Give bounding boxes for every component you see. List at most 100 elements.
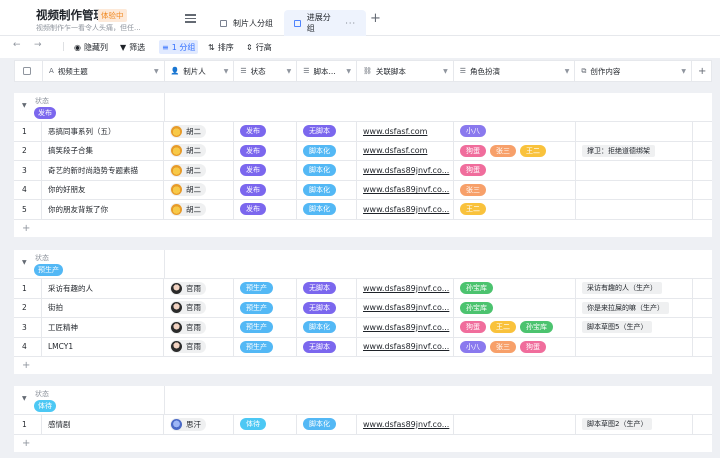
filter-button[interactable]: ▼ 筛选 (120, 40, 145, 54)
content-record[interactable]: 脚本草图2（生产） (582, 418, 653, 431)
table-row[interactable]: 2 街拍 官雨 预生产 无脚本 www.dsfas89jnvf.co... 孙宝库 你是来拉屎… (14, 298, 712, 318)
table-cell[interactable]: 思汗 (164, 415, 234, 434)
redo-icon[interactable]: → (34, 40, 42, 50)
table-cell[interactable]: 狗蛋 张三 王二 (454, 141, 576, 160)
table-cell[interactable]: www.dsfas89jnvf.co... (357, 279, 454, 298)
table-cell[interactable]: 胡二 (164, 141, 234, 160)
table-cell[interactable]: 小八 张三 狗蛋 (454, 337, 576, 356)
table-row[interactable]: 4 你的好朋友 胡二 发布 脚本化 www.dsfas89jnvf.co... 张三 (14, 180, 712, 200)
table-cell[interactable]: 无脚本 (297, 279, 357, 298)
table-cell[interactable]: 采访有趣的人（生产） (576, 279, 693, 298)
producer-chip[interactable]: 思汗 (170, 417, 206, 431)
producer-chip[interactable]: 官雨 (170, 301, 206, 315)
table-cell[interactable]: 发布 (234, 161, 297, 180)
linked-script-link[interactable]: www.dsfasf.com (363, 146, 427, 155)
table-cell[interactable]: 胡二 (164, 161, 234, 180)
table-cell[interactable]: www.dsfas89jnvf.co... (357, 337, 454, 356)
add-record-button[interactable]: + (14, 357, 712, 374)
table-row[interactable]: 1 感情剧 思汗 体待 脚本化 www.dsfas89jnvf.co... 脚本草图2（生产… (14, 415, 712, 435)
table-cell[interactable]: 2 (14, 141, 42, 160)
table-cell[interactable]: 奇艺的新时尚趋势专题素描 (42, 161, 164, 180)
table-cell[interactable]: 3 (14, 318, 42, 337)
table-row[interactable]: 1 恶搞同事系列（五） 胡二 发布 无脚本 www.dsfasf.com 小八 (14, 122, 712, 142)
undo-icon[interactable]: ← (13, 40, 21, 50)
column-content[interactable]: ⧉ 创作内容 ▼ (575, 61, 693, 81)
group-header[interactable]: ▼ 状态 体待 (14, 386, 712, 415)
table-cell[interactable]: 脚本化 (297, 415, 357, 434)
table-cell[interactable]: 脚本化 (297, 200, 357, 219)
table-cell[interactable]: 预生产 (234, 337, 297, 356)
producer-chip[interactable]: 官雨 (170, 340, 206, 354)
linked-script-link[interactable]: www.dsfas89jnvf.co... (363, 323, 449, 332)
column-roles[interactable]: ☰ 角色扮演 ▼ (454, 61, 576, 81)
menu-icon[interactable] (185, 14, 196, 23)
table-cell[interactable] (693, 122, 712, 141)
table-cell[interactable]: 发布 (234, 122, 297, 141)
table-cell[interactable]: www.dsfasf.com (357, 141, 454, 160)
add-column-button[interactable]: + (692, 61, 711, 81)
add-record-button[interactable]: + (14, 435, 712, 452)
producer-chip[interactable]: 胡二 (170, 124, 206, 138)
linked-script-link[interactable]: www.dsfas89jnvf.co... (363, 185, 449, 194)
table-cell[interactable]: 搞笑段子合集 (42, 141, 164, 160)
column-producer[interactable]: 👤 制片人 ▼ (165, 61, 235, 81)
producer-chip[interactable]: 胡二 (170, 202, 206, 216)
tab-progress-group[interactable]: 进展分组 ··· (284, 10, 366, 36)
group-button[interactable]: ≡ 1 分组 (159, 40, 199, 54)
table-cell[interactable]: 孙宝库 (454, 298, 576, 317)
table-cell[interactable]: 你的朋友背叛了你 (42, 200, 164, 219)
linked-script-link[interactable]: www.dsfas89jnvf.co... (363, 284, 449, 293)
table-cell[interactable]: 工匠精神 (42, 318, 164, 337)
table-cell[interactable]: 街拍 (42, 298, 164, 317)
table-cell[interactable]: 胡二 (164, 200, 234, 219)
table-cell[interactable]: 脚本化 (297, 318, 357, 337)
table-cell[interactable]: 脚本化 (297, 180, 357, 199)
table-cell[interactable]: www.dsfasf.com (357, 122, 454, 141)
table-cell[interactable]: 2 (14, 298, 42, 317)
table-row[interactable]: 1 采访有趣的人 官雨 预生产 无脚本 www.dsfas89jnvf.co... 孙宝库 采… (14, 279, 712, 299)
table-cell[interactable]: 王二 (454, 200, 576, 219)
producer-chip[interactable]: 胡二 (170, 163, 206, 177)
table-cell[interactable]: www.dsfas89jnvf.co... (357, 415, 454, 434)
table-cell[interactable]: 无脚本 (297, 122, 357, 141)
row-height-button[interactable]: ⇕ 行高 (246, 40, 272, 54)
group-header[interactable]: ▼ 状态 发布 (14, 93, 712, 122)
table-cell[interactable] (576, 122, 693, 141)
table-cell[interactable]: 感情剧 (42, 415, 164, 434)
column-script[interactable]: ☰ 脚本... ▼ (297, 61, 358, 81)
tab-producer-group[interactable]: 制片人分组 (210, 10, 283, 36)
table-cell[interactable]: 4 (14, 180, 42, 199)
table-row[interactable]: 3 工匠精神 官雨 预生产 脚本化 www.dsfas89jnvf.co... 狗蛋 王二 孙宝… (14, 318, 712, 338)
table-cell[interactable] (454, 415, 576, 434)
table-cell[interactable]: 脚本化 (297, 141, 357, 160)
table-cell[interactable]: 胡二 (164, 122, 234, 141)
linked-script-link[interactable]: www.dsfas89jnvf.co... (363, 205, 449, 214)
content-record[interactable]: 脚本草图5（生产） (582, 321, 653, 334)
linked-script-link[interactable]: www.dsfas89jnvf.co... (363, 420, 449, 429)
table-cell[interactable]: 官雨 (164, 279, 234, 298)
linked-script-link[interactable]: www.dsfas89jnvf.co... (363, 166, 449, 175)
table-cell[interactable]: 发布 (234, 200, 297, 219)
add-record-button[interactable]: + (14, 220, 712, 237)
caret-down-icon[interactable]: ▼ (22, 259, 27, 266)
table-cell[interactable]: www.dsfas89jnvf.co... (357, 298, 454, 317)
table-row[interactable]: 3 奇艺的新时尚趋势专题素描 胡二 发布 脚本化 www.dsfas89jnvf.co..… (14, 161, 712, 181)
table-cell[interactable] (693, 299, 712, 318)
producer-chip[interactable]: 官雨 (170, 281, 206, 295)
producer-chip[interactable]: 官雨 (170, 320, 206, 334)
add-view-button[interactable]: + (370, 12, 381, 25)
table-cell[interactable] (576, 161, 693, 180)
chevron-down-icon[interactable]: ▼ (154, 68, 159, 75)
caret-down-icon[interactable]: ▼ (22, 395, 27, 402)
table-cell[interactable]: 官雨 (164, 318, 234, 337)
table-cell[interactable] (576, 180, 693, 199)
table-cell[interactable]: www.dsfas89jnvf.co... (357, 161, 454, 180)
table-cell[interactable]: 张三 (454, 180, 576, 199)
table-cell[interactable]: 1 (14, 279, 42, 298)
table-cell[interactable]: 预生产 (234, 298, 297, 317)
table-cell[interactable]: 脚本草图5（生产） (576, 318, 693, 337)
table-cell[interactable]: www.dsfas89jnvf.co... (357, 200, 454, 219)
producer-chip[interactable]: 胡二 (170, 183, 206, 197)
chevron-down-icon[interactable]: ▼ (443, 68, 448, 75)
column-status[interactable]: ☰ 状态 ▼ (234, 61, 298, 81)
